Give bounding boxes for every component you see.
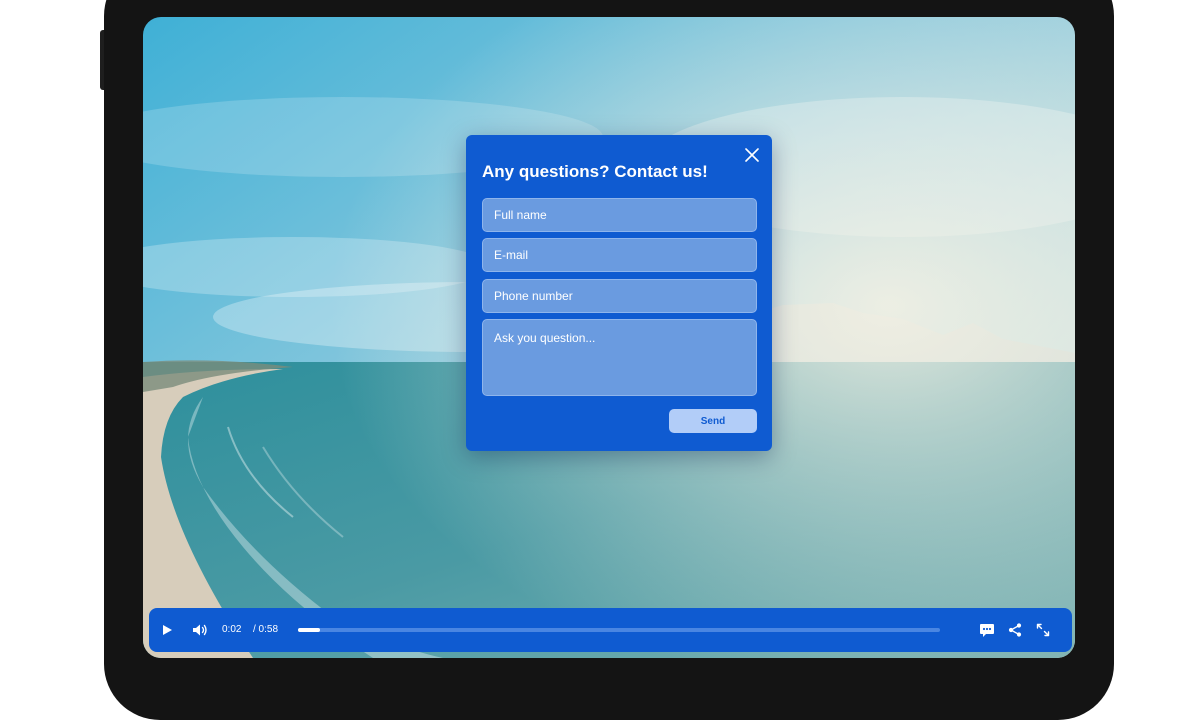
play-button[interactable] bbox=[156, 619, 178, 641]
contact-modal: Any questions? Contact us! Send bbox=[466, 135, 772, 451]
progress-fill bbox=[298, 628, 320, 632]
fullscreen-button[interactable] bbox=[1032, 619, 1054, 641]
video-player-bar: 0:02 / 0:58 bbox=[149, 608, 1072, 652]
volume-button[interactable] bbox=[189, 619, 211, 641]
full-name-input[interactable] bbox=[482, 198, 757, 232]
chat-button[interactable] bbox=[976, 619, 998, 641]
video-screen: Any questions? Contact us! Send 0:02 / 0… bbox=[143, 17, 1075, 658]
share-button[interactable] bbox=[1004, 619, 1026, 641]
volume-icon bbox=[193, 624, 207, 636]
fullscreen-icon bbox=[1036, 623, 1050, 637]
progress-bar[interactable] bbox=[298, 628, 940, 632]
play-icon bbox=[163, 625, 172, 635]
share-icon bbox=[1008, 623, 1022, 637]
send-button[interactable]: Send bbox=[669, 409, 757, 433]
chat-icon bbox=[980, 623, 994, 637]
phone-input[interactable] bbox=[482, 279, 757, 313]
email-input[interactable] bbox=[482, 238, 757, 272]
question-textarea[interactable] bbox=[482, 319, 757, 396]
current-time: 0:02 bbox=[222, 624, 242, 635]
total-time: / 0:58 bbox=[253, 624, 279, 635]
close-icon bbox=[745, 148, 759, 162]
modal-title: Any questions? Contact us! bbox=[482, 162, 708, 181]
close-button[interactable] bbox=[741, 144, 763, 166]
